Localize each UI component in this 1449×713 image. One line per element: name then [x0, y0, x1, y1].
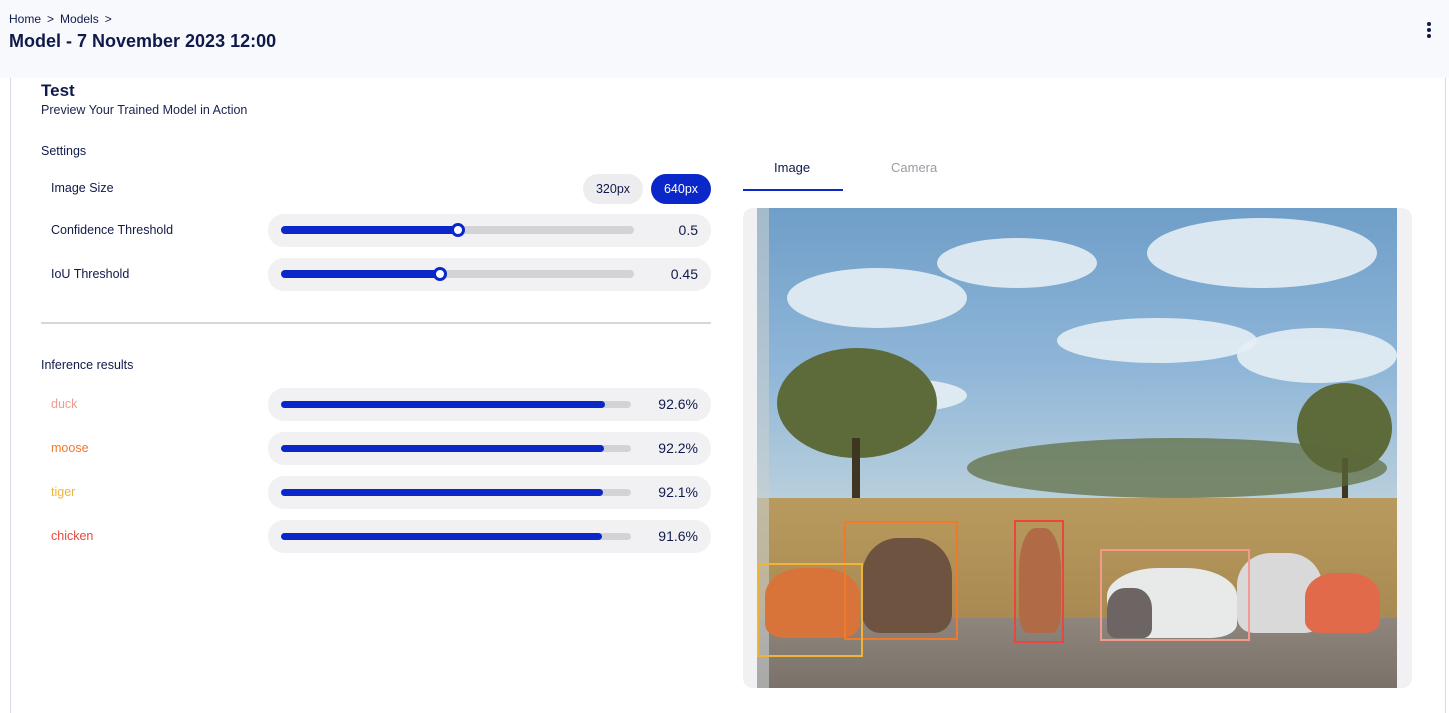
photo-pig-figure: [1305, 573, 1380, 633]
iou-threshold-value: 0.45: [670, 266, 698, 282]
photo-tree-trunk: [852, 438, 860, 498]
result-row-chicken: 91.6%: [268, 520, 711, 553]
result-bar-fill: [281, 489, 603, 496]
slider-handle[interactable]: [433, 267, 447, 281]
slider-handle[interactable]: [451, 223, 465, 237]
photo-tree-line: [967, 438, 1387, 498]
iou-threshold-slider[interactable]: 0.45: [268, 258, 711, 291]
slider-track[interactable]: [281, 267, 634, 281]
result-bar-track: [281, 533, 631, 540]
breadcrumb: Home > Models >: [9, 12, 112, 26]
test-subtitle: Preview Your Trained Model in Action: [41, 103, 248, 117]
photo-cloud: [1237, 328, 1397, 383]
breadcrumb-separator: >: [47, 12, 55, 26]
result-bar-fill: [281, 533, 602, 540]
confidence-threshold-slider[interactable]: 0.5: [268, 214, 711, 247]
result-bar-track: [281, 489, 631, 496]
result-row-tiger: 92.1%: [268, 476, 711, 509]
result-label-moose: moose: [51, 441, 89, 455]
result-bar-fill: [281, 401, 605, 408]
image-size-640-button[interactable]: 640px: [651, 174, 711, 204]
breadcrumb-home[interactable]: Home: [9, 12, 41, 26]
bounding-box-chicken: [1014, 520, 1064, 643]
result-score-duck: 92.6%: [658, 396, 698, 412]
breadcrumb-separator: >: [104, 12, 112, 26]
slider-fill: [281, 270, 440, 278]
photo-cloud: [1057, 318, 1257, 363]
result-row-duck: 92.6%: [268, 388, 711, 421]
inference-results-heading: Inference results: [41, 358, 134, 372]
more-options-icon[interactable]: [1421, 19, 1437, 41]
confidence-threshold-value: 0.5: [678, 222, 698, 238]
image-size-320-button[interactable]: 320px: [583, 174, 643, 204]
page-title: Model - 7 November 2023 12:00: [9, 31, 277, 51]
tab-image[interactable]: Image: [774, 160, 810, 175]
bounding-box-duck: [1100, 549, 1250, 641]
result-label-tiger: tiger: [51, 485, 76, 499]
iou-threshold-label: IoU Threshold: [51, 267, 130, 281]
result-label-duck: duck: [51, 397, 78, 411]
active-tab-indicator: [743, 189, 843, 191]
result-score-moose: 92.2%: [658, 440, 698, 456]
result-row-moose: 92.2%: [268, 432, 711, 465]
result-bar-track: [281, 401, 631, 408]
result-score-tiger: 92.1%: [658, 484, 698, 500]
divider: [41, 322, 711, 324]
tab-camera[interactable]: Camera: [891, 160, 937, 175]
slider-track[interactable]: [281, 223, 634, 237]
breadcrumb-models[interactable]: Models: [60, 12, 99, 26]
confidence-threshold-label: Confidence Threshold: [51, 223, 174, 237]
result-bar-fill: [281, 445, 604, 452]
photo-cloud: [1147, 218, 1377, 288]
result-label-chicken: chicken: [51, 529, 94, 543]
top-bar: Home > Models > Model - 7 November 2023 …: [0, 0, 1449, 78]
image-size-label: Image Size: [51, 181, 114, 195]
bounding-box-tiger: [757, 563, 863, 657]
test-title: Test: [41, 81, 75, 100]
settings-heading: Settings: [41, 144, 87, 158]
photo-cloud: [937, 238, 1097, 288]
result-score-chicken: 91.6%: [658, 528, 698, 544]
photo-cloud: [787, 268, 967, 328]
slider-fill: [281, 226, 458, 234]
result-bar-track: [281, 445, 631, 452]
